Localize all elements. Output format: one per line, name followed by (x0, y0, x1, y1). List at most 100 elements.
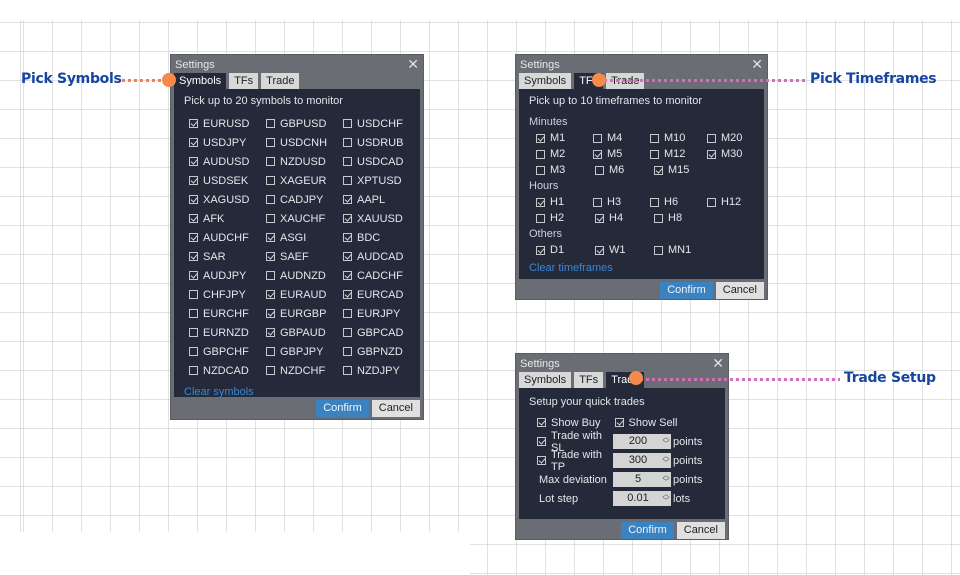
checkbox-nzdusd[interactable]: NZDUSD (266, 156, 343, 168)
confirm-button[interactable]: Confirm (660, 282, 713, 299)
checkbox-m12[interactable]: M12 (650, 148, 707, 160)
confirm-button[interactable]: Confirm (316, 400, 369, 417)
checkbox-eurchf[interactable]: EURCHF (189, 308, 266, 320)
callout-connector-symbols (122, 79, 166, 82)
checkbox-h6[interactable]: H6 (650, 196, 707, 208)
close-icon[interactable]: ✕ (751, 56, 763, 73)
tab-trade[interactable]: Trade (261, 73, 300, 89)
checkbox-xauchf[interactable]: XAUCHF (266, 213, 343, 225)
numeric-spin-input[interactable]: 0.01 ︿ ﹀ (613, 491, 671, 506)
checkbox-eurgbp[interactable]: EURGBP (266, 308, 343, 320)
checkbox-xageur[interactable]: XAGEUR (266, 175, 343, 187)
checkbox-m5[interactable]: M5 (593, 148, 650, 160)
checkbox-xptusd[interactable]: XPTUSD (343, 175, 420, 187)
checkbox-afk[interactable]: AFK (189, 213, 266, 225)
tab-symbols[interactable]: Symbols (519, 73, 572, 89)
checkbox-eurjpy[interactable]: EURJPY (343, 308, 420, 320)
checkbox-gbpchf[interactable]: GBPCHF (189, 346, 266, 358)
checkbox-usdjpy[interactable]: USDJPY (189, 137, 266, 149)
confirm-button[interactable]: Confirm (621, 522, 674, 539)
checkbox-audjpy[interactable]: AUDJPY (189, 270, 266, 282)
checkbox-m15[interactable]: M15 (654, 164, 713, 176)
checkbox-m20[interactable]: M20 (707, 132, 764, 144)
spin-arrows-icon[interactable]: ︿ ﹀ (662, 434, 670, 449)
checkbox-eurnzd[interactable]: EURNZD (189, 327, 266, 339)
checkbox-m4[interactable]: M4 (593, 132, 650, 144)
checkbox-xagusd[interactable]: XAGUSD (189, 194, 266, 206)
checkbox-m1[interactable]: M1 (536, 132, 593, 144)
spin-arrows-icon[interactable]: ︿ ﹀ (662, 453, 670, 468)
tab-tfs[interactable]: TFs (574, 372, 604, 388)
checkbox-chfjpy[interactable]: CHFJPY (189, 289, 266, 301)
checkbox-gbpcad[interactable]: GBPCAD (343, 327, 420, 339)
checkbox-bdc[interactable]: BDC (343, 232, 420, 244)
checkbox-audchf[interactable]: AUDCHF (189, 232, 266, 244)
checkbox-h12[interactable]: H12 (707, 196, 764, 208)
checkbox-h8[interactable]: H8 (654, 212, 713, 224)
show-sell-checkbox[interactable]: Show Sell (614, 417, 677, 429)
checkbox-h3[interactable]: H3 (593, 196, 650, 208)
checkbox-aapl[interactable]: AAPL (343, 194, 420, 206)
checkbox-mn1[interactable]: MN1 (654, 244, 713, 256)
checkbox-usdcnh[interactable]: USDCNH (266, 137, 343, 149)
checkbox-m30[interactable]: M30 (707, 148, 764, 160)
trade-option-checkbox[interactable]: Trade with TP (537, 449, 613, 473)
checkbox-cadchf[interactable]: CADCHF (343, 270, 420, 282)
checkbox-gbpaud[interactable]: GBPAUD (266, 327, 343, 339)
cancel-button[interactable]: Cancel (676, 522, 725, 539)
tab-symbols[interactable]: Symbols (519, 372, 572, 388)
checkbox-usdcad[interactable]: USDCAD (343, 156, 420, 168)
checkbox-eurusd[interactable]: EURUSD (189, 118, 266, 130)
numeric-spin-input[interactable]: 300 ︿ ﹀ (613, 453, 671, 468)
checkbox-m6[interactable]: M6 (595, 164, 654, 176)
checkbox-m2[interactable]: M2 (536, 148, 593, 160)
checkbox-audnzd[interactable]: AUDNZD (266, 270, 343, 282)
checkbox-usdchf[interactable]: USDCHF (343, 118, 420, 130)
checkbox-audcad[interactable]: AUDCAD (343, 251, 420, 263)
checkbox-label: AUDCHF (203, 231, 249, 244)
checkbox-audusd[interactable]: AUDUSD (189, 156, 266, 168)
checkbox-euraud[interactable]: EURAUD (266, 289, 343, 301)
checkbox-sar[interactable]: SAR (189, 251, 266, 263)
checkbox-gbpusd[interactable]: GBPUSD (266, 118, 343, 130)
checkbox-usdsek[interactable]: USDSEK (189, 175, 266, 187)
checkbox-checked-icon (595, 213, 604, 223)
close-icon[interactable]: ✕ (407, 56, 419, 73)
close-icon[interactable]: ✕ (712, 355, 724, 372)
checkbox-gbpjpy[interactable]: GBPJPY (266, 346, 343, 358)
tab-symbols[interactable]: Symbols (174, 73, 227, 89)
checkbox-d1[interactable]: D1 (536, 244, 595, 256)
checkbox-checked-icon (343, 271, 352, 280)
checkbox-usdrub[interactable]: USDRUB (343, 137, 420, 149)
checkbox-nzdcad[interactable]: NZDCAD (189, 365, 266, 377)
cancel-button[interactable]: Cancel (715, 282, 764, 299)
callout-dot-timeframes (592, 73, 606, 87)
spin-arrows-icon[interactable]: ︿ ﹀ (662, 491, 670, 506)
checkbox-h4[interactable]: H4 (595, 212, 654, 224)
checkbox-m3[interactable]: M3 (536, 164, 595, 176)
tab-tfs[interactable]: TFs (229, 73, 259, 89)
field-label: Lot step (539, 492, 579, 505)
checkbox-asgi[interactable]: ASGI (266, 232, 343, 244)
checkbox-w1[interactable]: W1 (595, 244, 654, 256)
checkbox-checked-icon (189, 195, 198, 204)
checkbox-cadjpy[interactable]: CADJPY (266, 194, 343, 206)
checkbox-h1[interactable]: H1 (536, 196, 593, 208)
spin-arrows-icon[interactable]: ︿ ﹀ (662, 472, 670, 487)
checkbox-m10[interactable]: M10 (650, 132, 707, 144)
checkbox-nzdchf[interactable]: NZDCHF (266, 365, 343, 377)
checkbox-unchecked-icon (266, 176, 275, 185)
clear-timeframes-link[interactable]: Clear timeframes (529, 262, 764, 274)
show-buy-checkbox[interactable]: Show Buy (537, 417, 601, 429)
callout-trade-setup: Trade Setup (844, 370, 936, 386)
checkbox-nzdjpy[interactable]: NZDJPY (343, 365, 420, 377)
checkbox-gbpnzd[interactable]: GBPNZD (343, 346, 420, 358)
checkbox-h2[interactable]: H2 (536, 212, 595, 224)
symbols-row: EURNZD GBPAUD GBPCAD (184, 323, 420, 342)
numeric-spin-input[interactable]: 5 ︿ ﹀ (613, 472, 671, 487)
checkbox-xauusd[interactable]: XAUUSD (343, 213, 420, 225)
checkbox-saef[interactable]: SAEF (266, 251, 343, 263)
checkbox-eurcad[interactable]: EURCAD (343, 289, 420, 301)
numeric-spin-input[interactable]: 200 ︿ ﹀ (613, 434, 671, 449)
cancel-button[interactable]: Cancel (371, 400, 420, 417)
